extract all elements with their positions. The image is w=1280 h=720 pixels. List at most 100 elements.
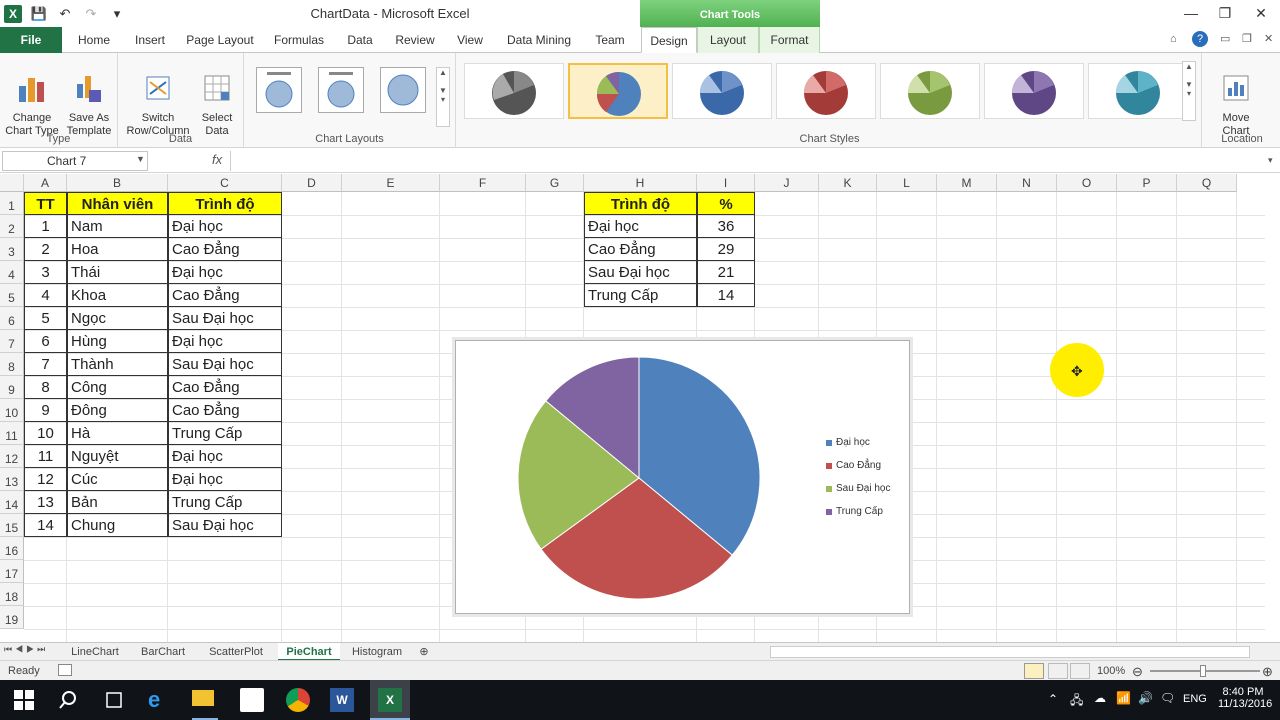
select-data-button[interactable]: Select Data [194, 59, 240, 138]
layout-3-thumbnail[interactable] [380, 67, 426, 113]
employee-table-cell[interactable]: Nam [67, 215, 168, 238]
restore-workbook-icon[interactable]: ❐ [1242, 32, 1252, 45]
employee-table-cell[interactable]: 1 [24, 215, 67, 238]
employee-table-cell[interactable]: Nguyệt [67, 445, 168, 468]
row-header-10[interactable]: 10 [0, 399, 24, 422]
chrome-icon[interactable] [286, 688, 310, 712]
employee-table-cell[interactable]: 2 [24, 238, 67, 261]
layout-1-thumbnail[interactable] [256, 67, 302, 113]
row-header-8[interactable]: 8 [0, 353, 24, 376]
zoom-out-icon[interactable]: ⊖ [1132, 664, 1143, 680]
chart-style-purple[interactable] [984, 63, 1084, 119]
column-header-i[interactable]: I [697, 174, 755, 192]
employee-table-cell[interactable]: 13 [24, 491, 67, 514]
windows-start-icon[interactable] [12, 688, 36, 712]
legend-entry[interactable]: Cao Đẳng [826, 460, 881, 471]
row-header-7[interactable]: 7 [0, 330, 24, 353]
employee-table-cell[interactable]: Thành [67, 353, 168, 376]
clock[interactable]: 8:40 PM 11/13/2016 [1218, 686, 1272, 710]
edge-browser-icon[interactable]: e [148, 688, 172, 712]
employee-table-cell[interactable]: Đại học [168, 261, 282, 284]
employee-table-cell[interactable]: Hùng [67, 330, 168, 353]
name-box-dropdown-icon[interactable]: ▼ [136, 154, 145, 164]
tab-design[interactable]: Design [641, 27, 697, 53]
employee-header-cell[interactable]: Trình độ [168, 192, 282, 215]
insert-sheet-icon[interactable]: ⊕ [414, 643, 434, 661]
restore-icon[interactable]: ❐ [1208, 2, 1242, 24]
sheet-tab-scatterplot[interactable]: ScatterPlot [198, 643, 274, 661]
legend-entry[interactable]: Trung Cấp [826, 506, 883, 517]
zoom-level[interactable]: 100% [1097, 665, 1125, 677]
sheet-tab-piechart[interactable]: PieChart [278, 643, 340, 661]
move-chart-button[interactable]: Move Chart [1210, 59, 1262, 138]
row-header-16[interactable]: 16 [0, 537, 24, 560]
employee-table-cell[interactable]: 12 [24, 468, 67, 491]
row-header-4[interactable]: 4 [0, 261, 24, 284]
tab-insert[interactable]: Insert [126, 27, 174, 53]
employee-table-cell[interactable]: 6 [24, 330, 67, 353]
sheet-nav-arrows-icon[interactable]: ⏮◀▶⏭ [4, 644, 48, 655]
summary-table-cell[interactable]: Trung Cấp [584, 284, 697, 307]
tab-review[interactable]: Review [390, 27, 440, 53]
column-header-a[interactable]: A [24, 174, 67, 192]
minimize-icon[interactable]: — [1174, 2, 1208, 24]
employee-table-cell[interactable]: Đông [67, 399, 168, 422]
employee-table-cell[interactable]: Cúc [67, 468, 168, 491]
undo-icon[interactable]: ↶ [56, 6, 74, 22]
column-header-f[interactable]: F [440, 174, 526, 192]
input-language[interactable]: ENG [1183, 693, 1207, 705]
expand-formula-bar-icon[interactable]: ▾ [1268, 155, 1273, 166]
task-view-icon[interactable] [102, 688, 126, 712]
summary-table-cell[interactable]: Đại học [584, 215, 697, 238]
row-header-15[interactable]: 15 [0, 514, 24, 537]
sheet-tab-linechart[interactable]: LineChart [62, 643, 128, 661]
employee-table-cell[interactable]: 8 [24, 376, 67, 399]
employee-table-cell[interactable]: Đại học [168, 468, 282, 491]
employee-table-cell[interactable]: 9 [24, 399, 67, 422]
row-header-6[interactable]: 6 [0, 307, 24, 330]
store-icon[interactable] [240, 688, 264, 712]
select-all-corner[interactable] [0, 174, 24, 192]
tab-file[interactable]: File [0, 27, 62, 53]
summary-table-cell[interactable]: Cao Đẳng [584, 238, 697, 261]
employee-table-cell[interactable]: 5 [24, 307, 67, 330]
employee-table-cell[interactable]: Sau Đại học [168, 307, 282, 330]
customize-qat-icon[interactable]: ▾ [108, 6, 126, 22]
employee-header-cell[interactable]: TT [24, 192, 67, 215]
column-header-g[interactable]: G [526, 174, 584, 192]
row-header-13[interactable]: 13 [0, 468, 24, 491]
employee-table-cell[interactable]: Chung [67, 514, 168, 537]
legend-entry[interactable]: Đại học [826, 437, 870, 448]
page-break-view-icon[interactable] [1070, 663, 1090, 679]
layouts-scroll-icon[interactable]: ▲ ▼ ▾ [436, 67, 450, 127]
styles-scroll-icon[interactable]: ▲ ▼ ▾ [1182, 61, 1196, 121]
row-header-9[interactable]: 9 [0, 376, 24, 399]
chart-style-green[interactable] [880, 63, 980, 119]
row-header-17[interactable]: 17 [0, 560, 24, 583]
tab-layout[interactable]: Layout [697, 27, 759, 53]
employee-table-cell[interactable]: Hà [67, 422, 168, 445]
summary-table-cell[interactable]: 36 [697, 215, 755, 238]
employee-table-cell[interactable]: Đại học [168, 330, 282, 353]
row-header-14[interactable]: 14 [0, 491, 24, 514]
column-header-m[interactable]: M [937, 174, 997, 192]
normal-view-icon[interactable] [1024, 663, 1044, 679]
tab-view[interactable]: View [450, 27, 490, 53]
tab-formulas[interactable]: Formulas [266, 27, 332, 53]
employee-table-cell[interactable]: Hoa [67, 238, 168, 261]
employee-table-cell[interactable]: 14 [24, 514, 67, 537]
minimize-workbook-icon[interactable]: ▭ [1220, 32, 1230, 45]
word-icon[interactable]: W [330, 688, 354, 712]
column-header-c[interactable]: C [168, 174, 282, 192]
row-header-18[interactable]: 18 [0, 583, 24, 606]
tab-format[interactable]: Format [759, 27, 820, 53]
tab-page-layout[interactable]: Page Layout [182, 27, 258, 53]
file-explorer-taskbar-item[interactable] [192, 686, 218, 720]
legend-entry[interactable]: Sau Đại học [826, 483, 890, 494]
pie-chart[interactable]: Đại học Cao Đẳng Sau Đại học Trung Cấp [455, 340, 910, 614]
column-header-e[interactable]: E [342, 174, 440, 192]
change-chart-type-button[interactable]: Change Chart Type [4, 59, 60, 138]
employee-table-cell[interactable]: Đại học [168, 445, 282, 468]
zoom-slider-thumb[interactable] [1200, 665, 1206, 677]
summary-header-cell[interactable]: % [697, 192, 755, 215]
